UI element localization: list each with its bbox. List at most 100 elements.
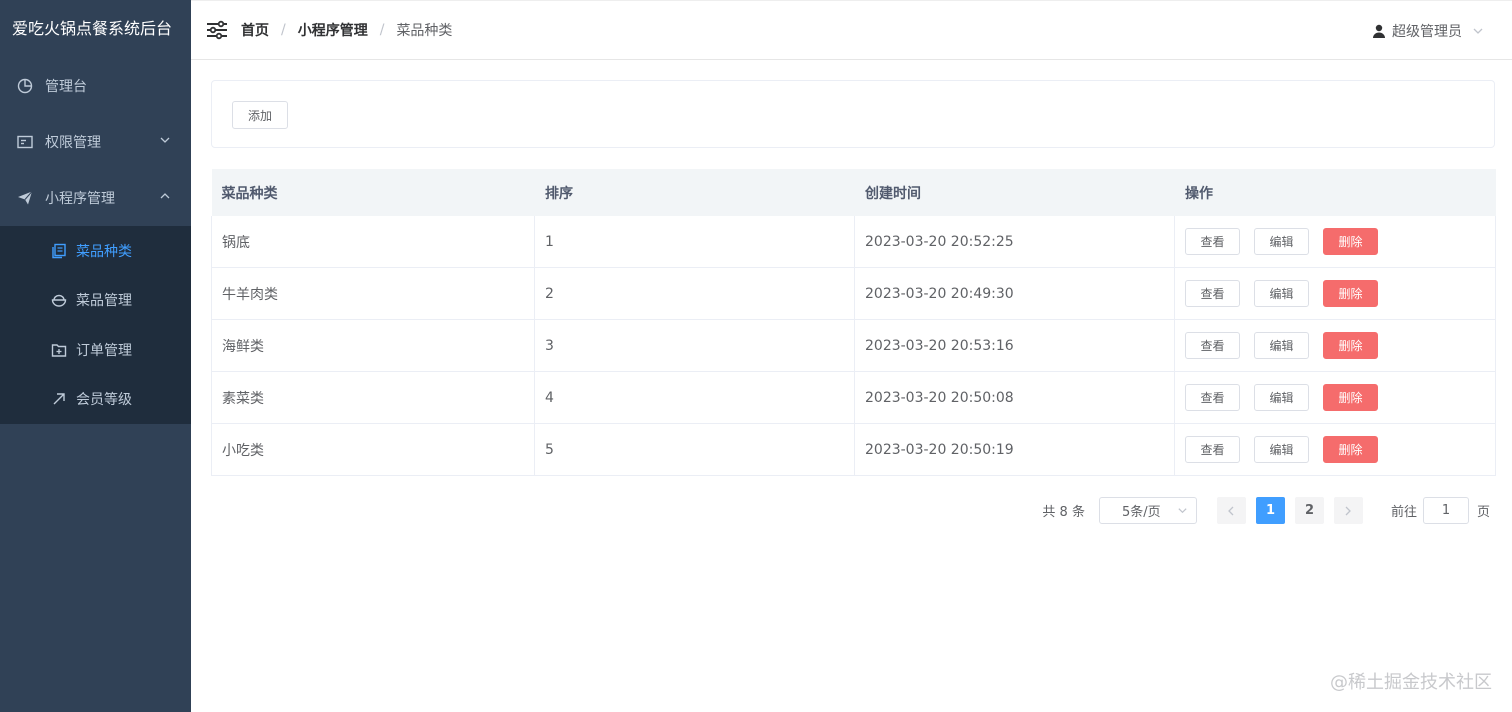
edit-button[interactable]: 编辑 — [1254, 228, 1309, 255]
cell-sort: 4 — [534, 371, 855, 424]
edit-button[interactable]: 编辑 — [1254, 384, 1309, 411]
cell-actions: 查看 编辑 删除 — [1174, 319, 1496, 372]
cell-name: 素菜类 — [211, 371, 535, 424]
user-icon — [1372, 24, 1386, 38]
pie-chart-icon — [16, 77, 34, 95]
sidebar-item-label: 菜品种类 — [76, 243, 132, 260]
cell-sort: 3 — [534, 319, 855, 372]
user-name: 超级管理员 — [1392, 24, 1462, 40]
sidebar: 爱吃火锅点餐系统后台 管理台 权限管理 小程序管理 菜品种类 菜品管理 订单管理… — [0, 0, 191, 712]
breadcrumb-miniprogram[interactable]: 小程序管理 — [298, 20, 368, 40]
cell-created: 2023-03-20 20:52:25 — [854, 216, 1175, 268]
sidebar-item-label: 小程序管理 — [45, 191, 115, 207]
sidebar-item-order-management[interactable]: 订单管理 — [0, 325, 191, 375]
breadcrumb: 首页 / 小程序管理 / 菜品种类 — [241, 20, 452, 40]
sidebar-item-label: 管理台 — [45, 79, 87, 95]
cell-created: 2023-03-20 20:50:08 — [854, 371, 1175, 424]
page-size-value: 5条/页 — [1121, 505, 1161, 520]
chevron-down-icon — [159, 134, 171, 146]
chevron-left-icon — [1228, 506, 1234, 515]
delete-button[interactable]: 删除 — [1323, 384, 1378, 411]
table-row: 小吃类 5 2023-03-20 20:50:19 查看 编辑 删除 — [211, 423, 1496, 476]
folder-add-icon — [50, 341, 68, 359]
page-jumper: 前往 1 页 — [1391, 497, 1490, 524]
send-icon — [16, 189, 34, 207]
app-title: 爱吃火锅点餐系统后台 — [12, 19, 173, 38]
id-card-icon — [16, 133, 34, 151]
breadcrumb-home[interactable]: 首页 — [241, 20, 269, 40]
delete-button[interactable]: 删除 — [1323, 332, 1378, 359]
chevron-right-icon — [1346, 506, 1352, 515]
table-header-row: 菜品种类 排序 创建时间 操作 — [211, 169, 1496, 216]
sidebar-item-member-level[interactable]: 会员等级 — [0, 375, 191, 425]
jump-page-input[interactable]: 1 — [1422, 497, 1469, 524]
edit-button[interactable]: 编辑 — [1254, 436, 1309, 463]
add-button[interactable]: 添加 — [232, 101, 288, 129]
cell-created: 2023-03-20 20:53:16 — [854, 319, 1175, 372]
cell-actions: 查看 编辑 删除 — [1174, 371, 1496, 424]
page-button[interactable]: 1 — [1255, 497, 1285, 524]
sidebar-item-label: 菜品管理 — [76, 293, 132, 310]
bowl-icon — [50, 291, 68, 309]
user-menu[interactable]: 超级管理员 — [1372, 1, 1484, 61]
pagination: 共 8 条 5条/页 1 2 前往 1 页 — [1042, 497, 1490, 524]
delete-button[interactable]: 删除 — [1323, 228, 1378, 255]
cell-name: 锅底 — [211, 216, 535, 268]
table-row: 素菜类 4 2023-03-20 20:50:08 查看 编辑 删除 — [211, 371, 1496, 424]
toolbar-card: 添加 — [211, 80, 1495, 148]
cell-actions: 查看 编辑 删除 — [1174, 267, 1496, 320]
chevron-down-icon — [1472, 25, 1484, 37]
page-size-select[interactable]: 5条/页 — [1098, 497, 1197, 524]
cell-sort: 1 — [534, 216, 855, 268]
dish-category-table: 菜品种类 排序 创建时间 操作 锅底 1 2023-03-20 20:52:25… — [211, 169, 1496, 476]
breadcrumb-current: 菜品种类 — [396, 23, 453, 39]
submenu-miniprogram: 菜品种类 菜品管理 订单管理 会员等级 — [0, 226, 191, 424]
column-header: 创建时间 — [854, 169, 1175, 216]
cell-actions: 查看 编辑 删除 — [1174, 216, 1496, 268]
cell-name: 牛羊肉类 — [211, 267, 535, 320]
edit-button[interactable]: 编辑 — [1254, 280, 1309, 307]
sidebar-item-dish-category[interactable]: 菜品种类 — [0, 226, 191, 276]
watermark: @稀土掘金技术社区 — [1330, 672, 1492, 693]
view-button[interactable]: 查看 — [1185, 436, 1240, 463]
sidebar-item-label: 权限管理 — [45, 135, 101, 151]
cell-sort: 2 — [534, 267, 855, 320]
sidebar-item-dish-management[interactable]: 菜品管理 — [0, 276, 191, 326]
cell-created: 2023-03-20 20:50:19 — [854, 423, 1175, 476]
pagination-total: 共 8 条 — [1042, 505, 1085, 520]
chevron-up-icon — [159, 190, 171, 202]
column-header: 排序 — [534, 169, 855, 216]
delete-button[interactable]: 删除 — [1323, 280, 1378, 307]
cell-name: 小吃类 — [211, 423, 535, 476]
delete-button[interactable]: 删除 — [1323, 436, 1378, 463]
next-page-button[interactable] — [1333, 497, 1363, 524]
table-row: 锅底 1 2023-03-20 20:52:25 查看 编辑 删除 — [211, 216, 1496, 268]
jump-suffix: 页 — [1476, 505, 1490, 520]
sidebar-item-miniprogram[interactable]: 小程序管理 — [0, 170, 191, 226]
copy-icon — [50, 242, 68, 260]
table-row: 牛羊肉类 2 2023-03-20 20:49:30 查看 编辑 删除 — [211, 267, 1496, 320]
view-button[interactable]: 查看 — [1185, 332, 1240, 359]
edit-button[interactable]: 编辑 — [1254, 332, 1309, 359]
prev-page-button[interactable] — [1216, 497, 1246, 524]
table-row: 海鲜类 3 2023-03-20 20:53:16 查看 编辑 删除 — [211, 319, 1496, 372]
cell-actions: 查看 编辑 删除 — [1174, 423, 1496, 476]
view-button[interactable]: 查看 — [1185, 228, 1240, 255]
jump-prefix: 前往 — [1390, 505, 1417, 520]
sidebar-item-permissions[interactable]: 权限管理 — [0, 114, 191, 170]
hamburger-icon[interactable] — [205, 18, 229, 42]
sidebar-item-label: 会员等级 — [76, 392, 132, 409]
breadcrumb-separator: / — [379, 22, 385, 38]
column-header: 菜品种类 — [211, 169, 535, 216]
top-right-arrow-icon — [50, 390, 68, 408]
cell-name: 海鲜类 — [211, 319, 535, 372]
main-area: 首页 / 小程序管理 / 菜品种类 超级管理员 添加 菜品种类 排序 创建时间 … — [191, 0, 1512, 712]
sidebar-item-label: 订单管理 — [76, 342, 132, 359]
view-button[interactable]: 查看 — [1185, 280, 1240, 307]
chevron-down-icon — [1177, 505, 1188, 516]
cell-created: 2023-03-20 20:49:30 — [854, 267, 1175, 320]
view-button[interactable]: 查看 — [1185, 384, 1240, 411]
sidebar-item-dashboard[interactable]: 管理台 — [0, 58, 191, 114]
navbar: 首页 / 小程序管理 / 菜品种类 超级管理员 — [191, 0, 1512, 60]
page-button[interactable]: 2 — [1294, 497, 1324, 524]
